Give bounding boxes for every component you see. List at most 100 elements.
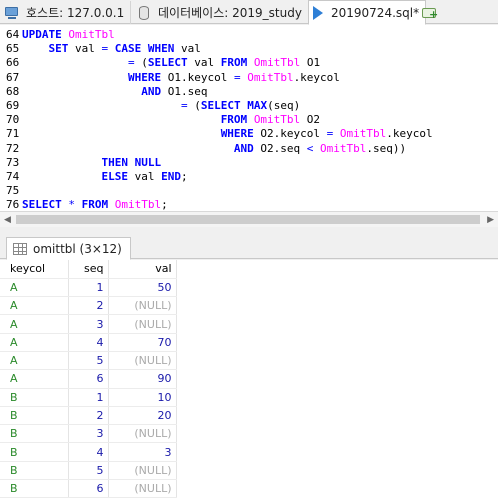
cell-val[interactable]: (NULL)	[108, 479, 177, 499]
code-token: OmitTbl	[247, 70, 294, 84]
cell-keycol[interactable]: B	[0, 406, 69, 426]
cell-keycol[interactable]: B	[0, 388, 69, 407]
tab-query[interactable]: 20190724.sql*	[308, 0, 427, 25]
table-row[interactable]: A 6 90	[0, 369, 177, 389]
code-token: SET	[48, 42, 69, 56]
code-line[interactable]: 65 SET val = CASE WHEN val	[0, 42, 498, 56]
code-line[interactable]: 73 THEN NULL	[0, 156, 498, 170]
code-line[interactable]: 76 SELECT * FROM OmitTbl;	[0, 198, 498, 211]
code-token: WHEN	[147, 42, 175, 56]
sql-editor[interactable]: 64 UPDATE OmitTbl 65 SET val = CASE WHEN v…	[0, 25, 498, 211]
cell-seq[interactable]: 3	[68, 314, 109, 334]
cell-val[interactable]: (NULL)	[108, 351, 177, 371]
table-row[interactable]: A 4 70	[0, 333, 177, 352]
table-row[interactable]: A 2 (NULL)	[0, 296, 177, 316]
cell-val[interactable]: 50	[108, 278, 177, 298]
table-row[interactable]: B 2 20	[0, 406, 177, 426]
line-number: 75	[6, 184, 20, 198]
column-header-seq[interactable]: seq	[68, 260, 109, 279]
cell-val[interactable]: 90	[108, 369, 177, 389]
code-token: =	[127, 56, 135, 70]
scroll-right-icon[interactable]: ▶	[487, 215, 494, 225]
cell-seq[interactable]: 3	[68, 424, 109, 444]
code-line[interactable]: 72 AND O2.seq < OmitTbl.seq))	[0, 142, 498, 156]
cell-keycol[interactable]: A	[0, 314, 69, 334]
cell-keycol[interactable]: A	[0, 369, 69, 389]
cell-val[interactable]: 70	[108, 333, 177, 352]
cell-seq[interactable]: 1	[68, 278, 109, 298]
column-header-val[interactable]: val	[108, 260, 177, 279]
table-row[interactable]: B 1 10	[0, 388, 177, 407]
table-row[interactable]: B 3 (NULL)	[0, 424, 177, 444]
cell-keycol[interactable]: A	[0, 351, 69, 371]
cell-keycol[interactable]: B	[0, 479, 69, 499]
cell-keycol[interactable]: A	[0, 296, 69, 316]
code-line[interactable]: 68 AND O1.seq	[0, 85, 498, 99]
scrollbar-thumb[interactable]	[16, 215, 480, 224]
cell-seq[interactable]: 4	[68, 442, 109, 462]
code-token: ;	[180, 169, 188, 183]
cell-seq[interactable]: 6	[68, 369, 109, 389]
code-line[interactable]: 70 FROM OmitTbl O2	[0, 113, 498, 127]
code-token: (	[187, 98, 201, 112]
cell-keycol[interactable]: B	[0, 424, 69, 444]
cell-keycol[interactable]: B	[0, 442, 69, 462]
code-token: (seq)	[267, 98, 301, 112]
cell-val[interactable]: (NULL)	[108, 461, 177, 481]
code-token: .keycol	[293, 70, 340, 84]
code-line[interactable]: 69 = (SELECT MAX(seq)	[0, 99, 498, 113]
code-token: THEN	[101, 155, 128, 169]
cell-val[interactable]: (NULL)	[108, 314, 177, 334]
code-line[interactable]: 74 ELSE val END;	[0, 170, 498, 184]
line-number: 71	[6, 127, 20, 141]
cell-keycol[interactable]: B	[0, 461, 69, 481]
scroll-left-icon[interactable]: ◀	[4, 215, 11, 225]
cell-seq[interactable]: 5	[68, 461, 109, 481]
table-row[interactable]: B 6 (NULL)	[0, 479, 177, 499]
table-row[interactable]: A 1 50	[0, 278, 177, 298]
table-row[interactable]: B 5 (NULL)	[0, 461, 177, 481]
editor-horizontal-scrollbar[interactable]: ◀ ▶	[0, 211, 498, 227]
cell-keycol[interactable]: A	[0, 333, 69, 352]
code-line[interactable]: 66 = (SELECT val FROM OmitTbl O1	[0, 56, 498, 70]
cell-seq[interactable]: 2	[68, 406, 109, 426]
code-token: OmitTbl	[253, 113, 301, 127]
code-token: (	[134, 56, 148, 70]
cell-val[interactable]: 10	[108, 388, 177, 407]
result-grid[interactable]: keycol seq val A 1 50 A 2 (NULL) A 3 (NULL) A 4 70 A…	[0, 260, 498, 502]
panel-splitter[interactable]	[0, 227, 498, 235]
cell-seq[interactable]: 1	[68, 388, 109, 407]
code-line[interactable]: 64 UPDATE OmitTbl	[0, 28, 498, 42]
sql-code[interactable]: 64 UPDATE OmitTbl 65 SET val = CASE WHEN v…	[0, 25, 498, 211]
result-tab-label: omittbl (3×12)	[33, 241, 122, 256]
cell-val[interactable]: 20	[108, 406, 177, 426]
header-row: keycol seq val	[0, 260, 177, 279]
cell-seq[interactable]: 6	[68, 479, 109, 499]
code-token: AND	[233, 141, 254, 155]
tab-database[interactable]: 데이터베이스: 2019_study	[132, 1, 309, 24]
cell-seq[interactable]: 2	[68, 296, 109, 316]
table-row[interactable]: B43	[0, 442, 177, 462]
code-token: O2.keycol	[253, 127, 327, 141]
tab-result-omittbl[interactable]: omittbl (3×12)	[6, 237, 131, 260]
cell-seq[interactable]: 4	[68, 333, 109, 352]
table-row[interactable]: A 3 (NULL)	[0, 314, 177, 334]
column-header-keycol[interactable]: keycol	[0, 260, 69, 279]
cell-val[interactable]: (NULL)	[108, 424, 177, 444]
cell-seq[interactable]: 5	[68, 351, 109, 371]
line-number: 68	[6, 84, 20, 98]
new-query-tab-button[interactable]: +	[416, 1, 446, 24]
cell-keycol[interactable]: A	[0, 278, 69, 298]
code-line[interactable]: 71 WHERE O2.keycol = OmitTbl.keycol	[0, 127, 498, 141]
tab-host[interactable]: 호스트: 127.0.0.1	[0, 1, 132, 24]
code-line[interactable]: 75	[0, 184, 498, 198]
code-line[interactable]: 67 WHERE O1.keycol = OmitTbl.keycol	[0, 71, 498, 85]
table-row[interactable]: A 5 (NULL)	[0, 351, 177, 371]
code-token: AND	[141, 84, 162, 98]
cell-val[interactable]: 3	[108, 442, 177, 462]
cell-val[interactable]: (NULL)	[108, 296, 177, 316]
